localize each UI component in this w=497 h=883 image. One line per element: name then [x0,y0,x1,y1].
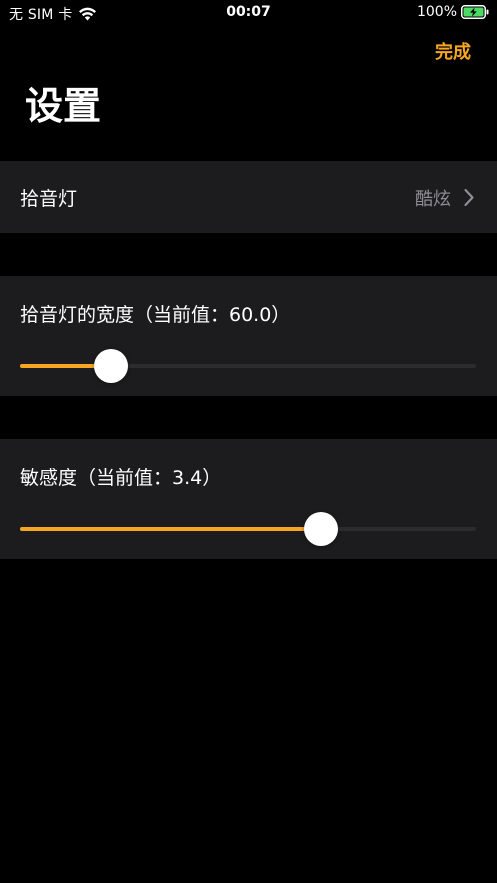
sensitivity-cell: 敏感度（当前值：3.4） [0,439,497,559]
mode-value: 酷炫 [415,189,451,210]
status-bar: 无 SIM 卡 00:07 100% [0,0,497,26]
sensitivity-slider[interactable] [20,511,476,547]
slider-thumb[interactable] [94,349,128,383]
slider-fill [20,527,321,531]
battery-charging-icon [461,5,489,19]
mode-label: 拾音灯 [20,188,78,210]
sensitivity-label: 敏感度（当前值：3.4） [20,467,222,489]
done-button[interactable]: 完成 [435,38,471,64]
width-cell: 拾音灯的宽度（当前值：60.0） [0,276,497,396]
battery-percentage: 100% [416,4,457,20]
page-title: 设置 [25,84,102,128]
width-label: 拾音灯的宽度（当前值：60.0） [20,304,291,326]
chevron-right-icon [464,188,474,207]
slider-thumb[interactable] [304,512,338,546]
mode-row[interactable]: 拾音灯 酷炫 [0,161,497,233]
width-slider[interactable] [20,348,476,384]
status-right: 100% [417,4,489,20]
